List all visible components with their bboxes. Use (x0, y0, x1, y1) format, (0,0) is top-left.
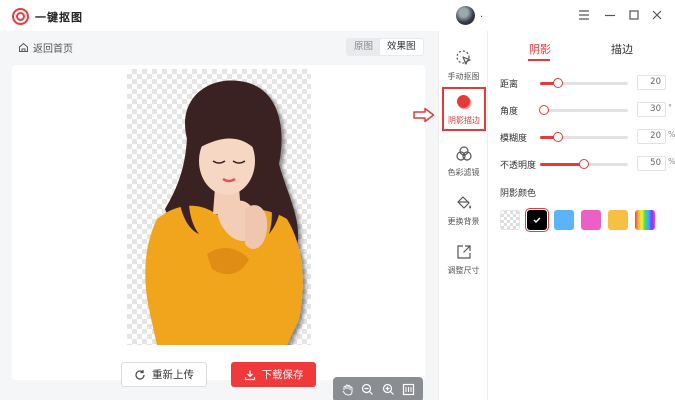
transparent-background (127, 69, 311, 345)
slider-row-distance: 距离 20 (500, 75, 670, 91)
settings-panel: 阴影 描边 距离 20 角度 30 ° 模糊度 20 % 不透明度 50 % 阴… (489, 31, 675, 400)
blur-value-input[interactable]: 20 (637, 129, 666, 144)
swatch-yellow[interactable] (608, 210, 628, 230)
slider-row-opacity: 不透明度 50 % (500, 156, 675, 172)
angle-value-input[interactable]: 30 (637, 102, 666, 117)
swatch-black[interactable] (525, 208, 549, 232)
app-logo-icon (12, 8, 29, 25)
pan-hand-icon[interactable] (339, 382, 355, 398)
shadow-dot-icon (457, 94, 472, 109)
tool-change-background-label: 更换背景 (447, 216, 480, 226)
view-toggle: 原图 效果图 (346, 38, 424, 56)
paint-bucket-icon (456, 195, 471, 209)
fit-screen-icon[interactable] (401, 382, 417, 398)
back-home-link[interactable]: 返回首页 (18, 40, 73, 55)
slider-row-blur: 模糊度 20 % (500, 129, 675, 145)
slider-knob[interactable] (552, 78, 563, 88)
tool-resize-label: 调整尺寸 (447, 265, 480, 275)
shadow-color-swatches (500, 208, 655, 232)
tool-change-background[interactable]: 更换背景 (439, 188, 488, 232)
slider-label: 不透明度 (500, 161, 537, 171)
title-bar: 一键抠图 . (0, 0, 675, 31)
download-save-label: 下载保存 (261, 369, 304, 381)
reupload-button[interactable]: 重新上传 (121, 362, 207, 387)
tab-stroke[interactable]: 描边 (611, 41, 633, 57)
distance-slider[interactable] (540, 78, 628, 88)
color-circles-icon (455, 145, 472, 161)
tool-shadow-label: 阴影描边 (448, 115, 480, 125)
cutout-person-image (145, 80, 303, 345)
menu-icon[interactable] (578, 9, 590, 21)
username[interactable]: . (480, 9, 483, 20)
check-icon (533, 217, 541, 224)
swatch-transparent[interactable] (500, 210, 520, 230)
maximize-icon[interactable] (628, 9, 640, 21)
home-icon (19, 42, 28, 52)
app-title: 一键抠图 (35, 11, 83, 24)
download-save-button[interactable]: 下载保存 (231, 362, 316, 387)
opacity-value-input[interactable]: 50 (637, 156, 666, 171)
slider-unit: % (668, 157, 675, 166)
slider-knob[interactable] (539, 105, 550, 115)
blur-slider[interactable] (540, 132, 628, 142)
tool-column: 手动抠图 阴影描边 色彩滤镜 更换背景 调整尺寸 (438, 31, 488, 400)
tab-shadow[interactable]: 阴影 (529, 41, 551, 57)
cursor-click-icon (455, 49, 471, 65)
swatch-custom-rainbow[interactable] (635, 210, 655, 230)
avatar[interactable] (456, 6, 475, 25)
tool-manual-cutout[interactable]: 手动抠图 (439, 43, 488, 87)
view-original-button[interactable]: 原图 (347, 39, 380, 55)
slider-row-angle: 角度 30 ° (500, 102, 672, 118)
slider-label: 角度 (500, 107, 519, 117)
tool-shadow-stroke[interactable]: 阴影描边 (442, 87, 486, 131)
slider-knob[interactable] (552, 132, 563, 142)
resize-icon (456, 244, 471, 259)
minimize-icon[interactable] (604, 9, 616, 21)
panel-tabs: 阴影 描边 (489, 37, 675, 61)
distance-value-input[interactable]: 20 (637, 75, 666, 90)
slider-knob[interactable] (579, 159, 589, 169)
opacity-slider[interactable] (540, 159, 628, 169)
swatch-blue[interactable] (554, 210, 574, 230)
zoom-toolbar (333, 377, 423, 400)
zoom-in-icon[interactable] (380, 382, 396, 398)
slider-unit: ° (668, 103, 672, 112)
swatch-pink[interactable] (581, 210, 601, 230)
tool-resize[interactable]: 调整尺寸 (439, 237, 488, 281)
workspace: 返回首页 原图 效果图 重新上传 下载保存 (0, 31, 438, 400)
back-home-label: 返回首页 (33, 44, 73, 55)
shadow-color-title: 阴影颜色 (500, 189, 537, 199)
tool-color-filter-label: 色彩滤镜 (447, 167, 480, 177)
slider-label: 模糊度 (500, 134, 528, 144)
close-icon[interactable] (651, 9, 663, 21)
tool-color-filter[interactable]: 色彩滤镜 (439, 139, 488, 183)
angle-slider[interactable] (539, 105, 628, 115)
download-icon (244, 370, 255, 380)
view-result-button[interactable]: 效果图 (380, 39, 423, 55)
preview-canvas (12, 65, 425, 400)
slider-label: 距离 (500, 80, 519, 90)
tab-active-underline (528, 59, 550, 61)
zoom-out-icon[interactable] (360, 382, 376, 398)
reupload-label: 重新上传 (152, 369, 194, 381)
arrow-right-icon (413, 107, 435, 123)
slider-unit: % (668, 130, 675, 139)
tool-manual-label: 手动抠图 (447, 71, 480, 81)
refresh-icon (135, 369, 145, 380)
